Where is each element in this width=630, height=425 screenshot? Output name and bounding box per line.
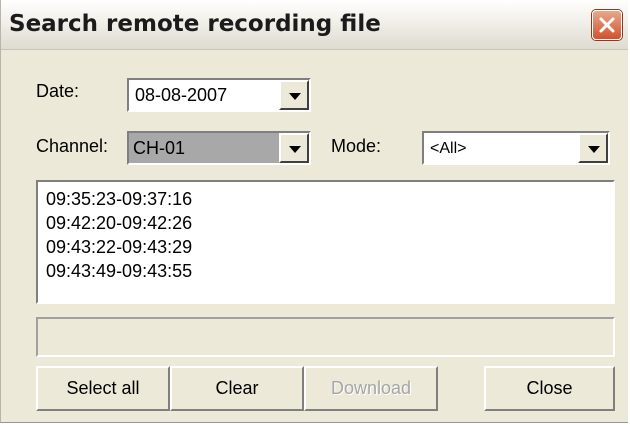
chevron-down-icon[interactable] [279, 133, 309, 163]
channel-label: Channel: [36, 136, 109, 156]
search-recording-dialog: Search remote recording file Date: 08-08… [0, 0, 628, 423]
channel-value: CH-01 [133, 138, 186, 158]
list-item[interactable]: 09:42:20-09:42:26 [46, 213, 192, 234]
mode-label: Mode: [331, 136, 382, 156]
chevron-down-icon[interactable] [279, 80, 309, 110]
close-icon[interactable] [592, 10, 622, 40]
download-progress-bar [36, 317, 615, 357]
list-item[interactable]: 09:35:23-09:37:16 [46, 189, 192, 210]
channel-dropdown[interactable]: CH-01 [127, 131, 311, 165]
clear-button[interactable]: Clear [170, 366, 304, 411]
date-label: Date: [36, 81, 80, 101]
chevron-down-icon[interactable] [578, 133, 608, 163]
recording-file-list[interactable]: 09:35:23-09:37:16 09:42:20-09:42:26 09:4… [36, 180, 615, 304]
download-button[interactable]: Download [304, 366, 438, 411]
close-button[interactable]: Close [484, 366, 615, 411]
list-item[interactable]: 09:43:49-09:43:55 [46, 261, 192, 282]
mode-dropdown[interactable]: <All> [422, 131, 610, 165]
date-value: 08-08-2007 [135, 85, 228, 105]
mode-value: <All> [430, 140, 467, 157]
list-item[interactable]: 09:43:22-09:43:29 [46, 237, 192, 258]
select-all-button[interactable]: Select all [36, 366, 170, 411]
dialog-title: Search remote recording file [9, 11, 381, 37]
date-dropdown[interactable]: 08-08-2007 [127, 78, 311, 112]
title-bar[interactable]: Search remote recording file [1, 0, 628, 50]
